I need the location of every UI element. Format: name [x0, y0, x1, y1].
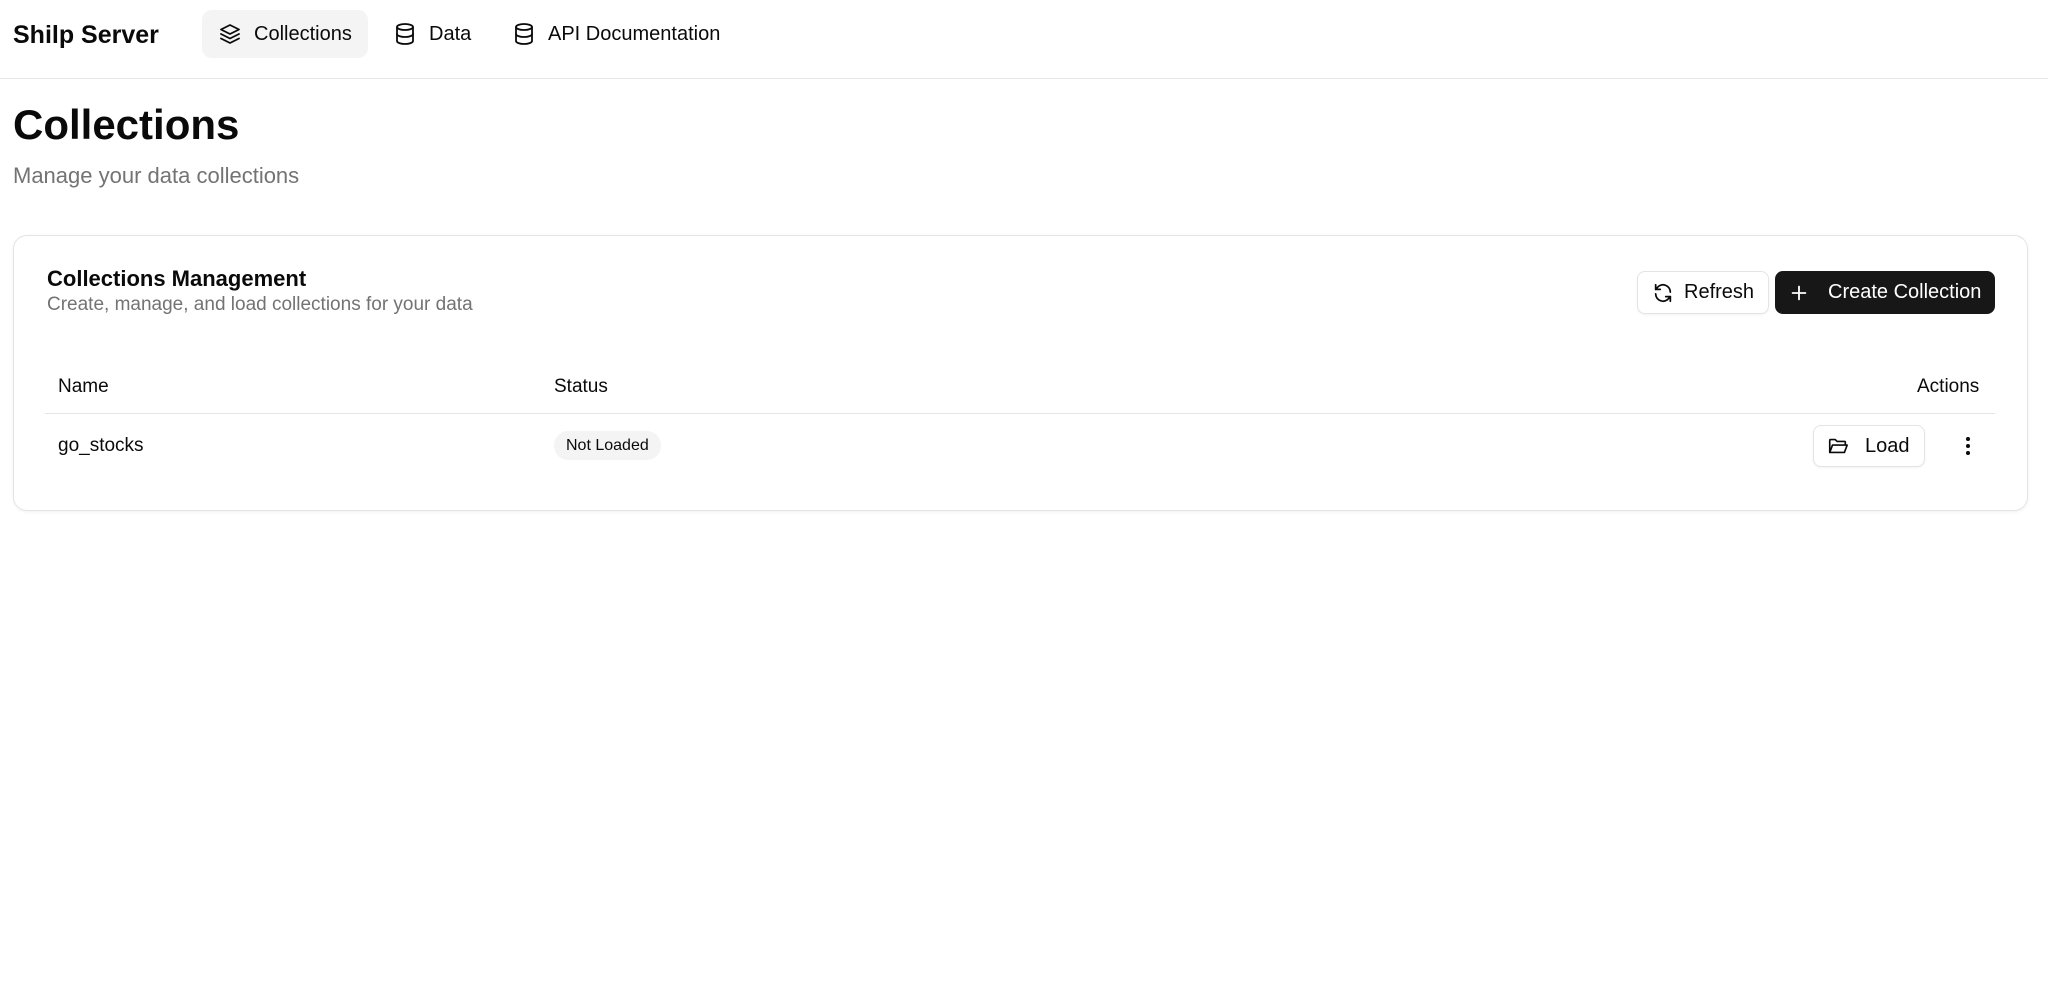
create-collection-button[interactable]: Create Collection: [1775, 271, 1996, 314]
folder-open-icon: [1828, 438, 1848, 454]
table-header-divider: [45, 413, 1995, 414]
card-description: Create, manage, and load collections for…: [47, 294, 473, 315]
database-icon: [396, 23, 414, 45]
load-button[interactable]: Load: [1813, 425, 1925, 467]
nav-data-label: Data: [429, 22, 472, 45]
page-subtitle: Manage your data collections: [13, 163, 300, 188]
page-title: Collections: [13, 101, 240, 148]
collections-management-card: Collections Management Create, manage, a…: [13, 235, 2028, 511]
create-collection-button-label: Create Collection: [1828, 281, 1982, 303]
refresh-button[interactable]: Refresh: [1637, 271, 1770, 314]
brand-title: Shilp Server: [13, 21, 159, 49]
card-title: Collections Management: [47, 266, 307, 291]
more-actions-button[interactable]: [1956, 434, 1980, 458]
plus-icon: [1791, 285, 1807, 300]
top-navbar: Shilp Server Collections Data API Docume…: [0, 0, 2048, 79]
nav-api-documentation-label: API Documentation: [548, 22, 721, 45]
nav-api-documentation[interactable]: API Documentation: [496, 10, 736, 58]
nav-collections[interactable]: Collections: [202, 10, 368, 58]
refresh-button-label: Refresh: [1684, 281, 1755, 303]
collection-name: go_stocks: [58, 435, 144, 456]
column-header-actions: Actions: [1917, 376, 1980, 397]
database-icon: [515, 23, 533, 45]
load-button-label: Load: [1865, 434, 1910, 457]
more-vertical-icon: [1966, 437, 1970, 455]
status-badge: Not Loaded: [554, 431, 661, 460]
column-header-status: Status: [554, 376, 608, 397]
column-header-name: Name: [58, 376, 109, 397]
refresh-icon: [1654, 283, 1672, 302]
nav-collections-label: Collections: [254, 22, 352, 45]
layers-icon: [220, 24, 240, 44]
nav-data[interactable]: Data: [377, 10, 487, 58]
